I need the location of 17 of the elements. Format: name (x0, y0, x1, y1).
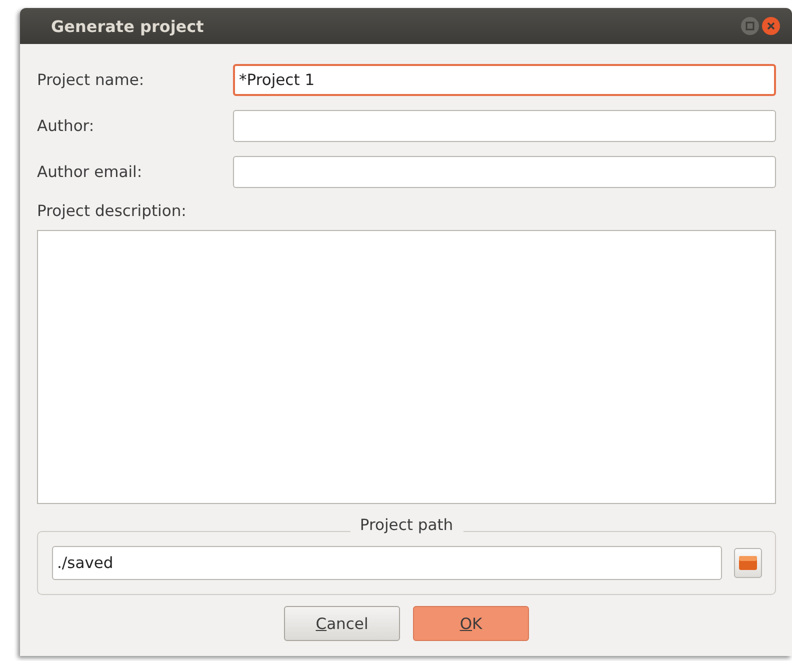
field-label: Author: (37, 117, 96, 135)
field-label: Project name: (37, 71, 146, 89)
text-field[interactable] (233, 110, 776, 142)
text-field[interactable]: *Project 1 (233, 64, 776, 96)
dialog-button[interactable]: OK (413, 606, 529, 641)
browse-button[interactable] (734, 548, 762, 578)
description-label: Project description: (37, 202, 188, 220)
close-icon[interactable] (762, 17, 780, 35)
maximize-icon[interactable] (741, 17, 759, 35)
folder-icon (739, 556, 757, 570)
text-field[interactable] (233, 156, 776, 188)
group-legend: Project path (350, 516, 464, 534)
path-field[interactable]: ./saved (52, 546, 722, 580)
field-label: Author email: (37, 163, 144, 181)
window-title: Generate project (51, 16, 204, 36)
description-field[interactable] (37, 230, 776, 504)
dialog-button[interactable]: Cancel (284, 606, 400, 641)
